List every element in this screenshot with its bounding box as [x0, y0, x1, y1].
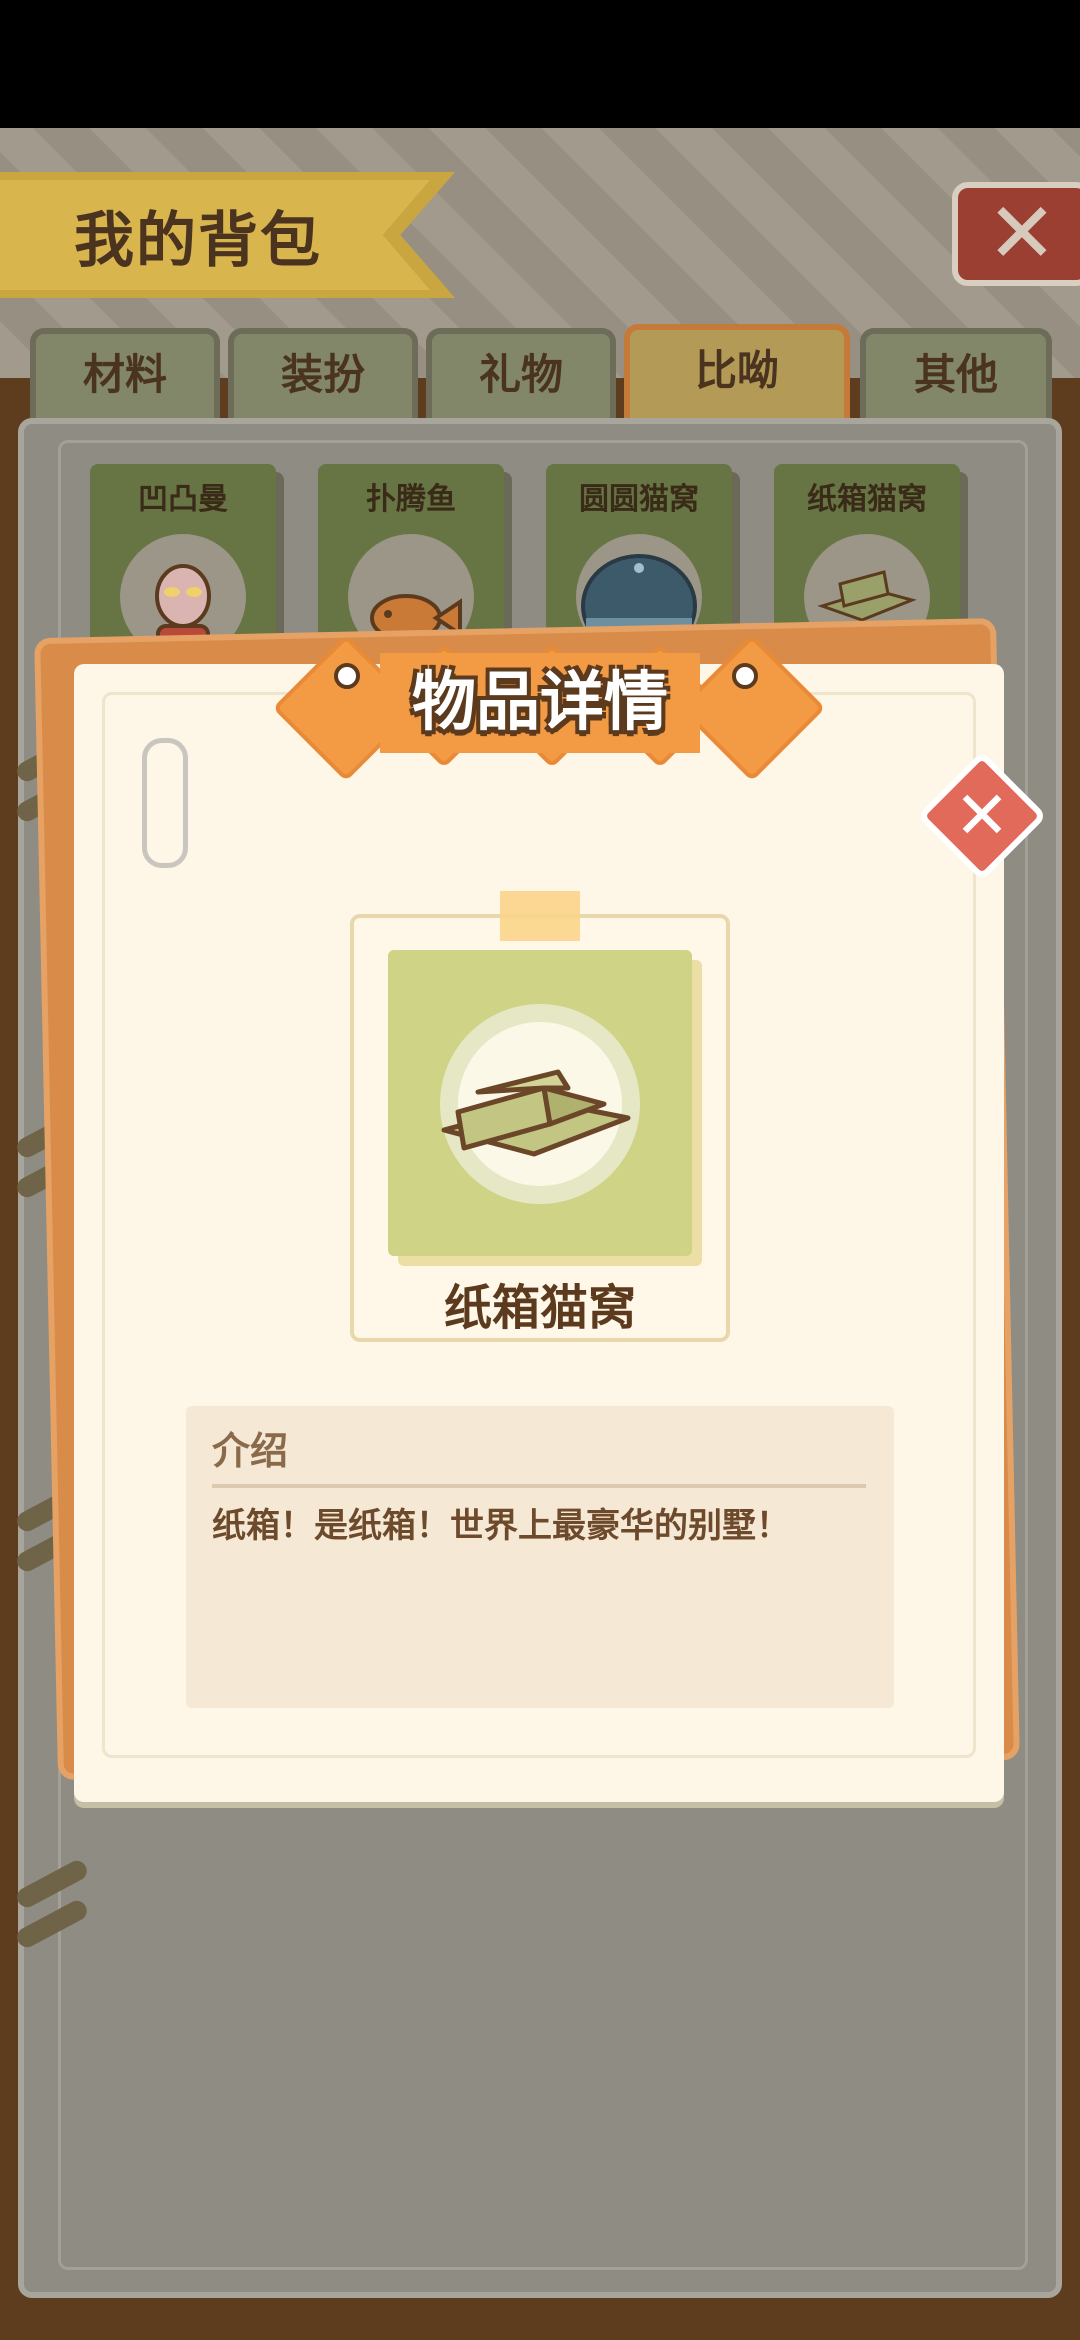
status-bar	[0, 0, 1080, 128]
tape-strip	[500, 891, 580, 941]
tab-outfits[interactable]: 装扮	[228, 328, 418, 422]
inventory-screen: 我的背包 ✕ 材料 装扮 礼物 比呦 其他 凹凸曼 扑腾鱼 圆圆猫窝 纸箱猫窝 …	[0, 128, 1080, 2340]
cardboard-box-icon	[441, 1069, 631, 1157]
description-text: 纸箱！是纸箱！世界上最豪华的别墅！	[212, 1506, 790, 1546]
close-button[interactable]: ✕	[952, 182, 1080, 286]
tab-materials[interactable]: 材料	[30, 328, 220, 422]
close-icon: ✕	[986, 184, 1058, 282]
item-card-name: 纸箱猫窝	[807, 482, 927, 517]
item-card-name: 扑腾鱼	[366, 482, 456, 517]
close-icon[interactable]: ✕	[936, 770, 1028, 862]
modal-title: 物品详情	[412, 666, 668, 740]
item-name: 纸箱猫窝	[443, 1280, 636, 1336]
tab-biyo[interactable]: 比呦	[624, 324, 850, 422]
description-title: 介绍	[212, 1429, 289, 1473]
tab-other[interactable]: 其他	[860, 328, 1052, 422]
description-box	[186, 1406, 894, 1708]
page-title: 我的背包	[74, 206, 322, 276]
item-card-name: 凹凸曼	[138, 482, 228, 517]
item-card-name: 圆圆猫窝	[579, 482, 699, 517]
tab-gifts[interactable]: 礼物	[426, 328, 616, 422]
description-divider	[212, 1484, 866, 1488]
paperclip-icon	[142, 738, 188, 868]
